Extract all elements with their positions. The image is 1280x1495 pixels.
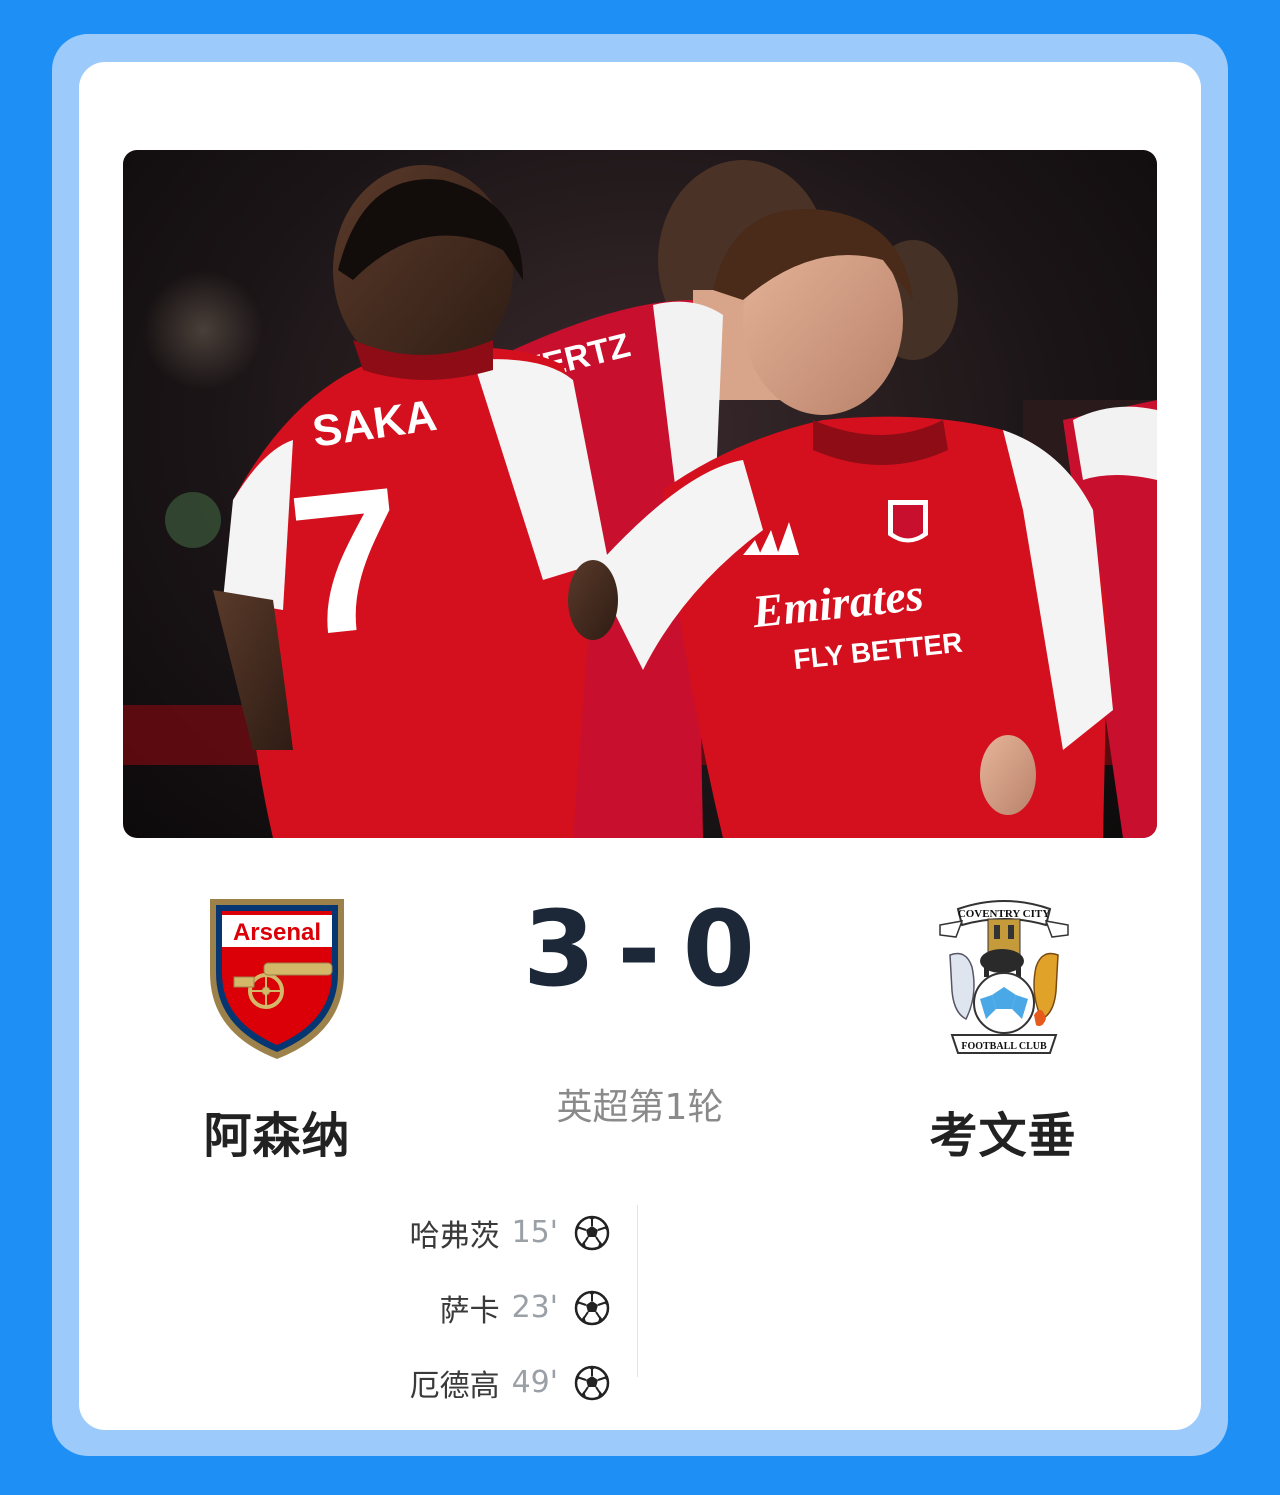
scorer-minute: 49' [511, 1365, 558, 1400]
away-score: 0 [682, 888, 757, 1010]
scorer-row: 厄德高 49' [300, 1345, 610, 1420]
home-scorers-list: 哈弗茨 15' 萨卡 23' 厄德高 49' [300, 1195, 610, 1420]
home-score: 3 [523, 888, 598, 1010]
coventry-crest-top-text: COVENTRY CITY [958, 908, 1050, 920]
arsenal-crest-text: Arsenal [233, 919, 321, 946]
scorer-row: 哈弗茨 15' [300, 1195, 610, 1270]
away-team-name: 考文垂 [929, 1108, 1077, 1164]
soccer-ball-icon [574, 1215, 610, 1250]
photo-jersey-number: 7 [281, 445, 415, 678]
scorer-name: 厄德高 [409, 1368, 500, 1404]
scorer-name: 萨卡 [439, 1293, 500, 1329]
arsenal-crest-icon: Arsenal [204, 893, 350, 1063]
scorer-minute: 15' [511, 1215, 558, 1250]
coventry-crest-icon: COVENTRY CITY FOOTBALL CLUB [938, 895, 1070, 1061]
home-team-name: 阿森纳 [203, 1108, 351, 1164]
soccer-ball-icon [574, 1290, 610, 1325]
soccer-ball-icon [574, 1365, 610, 1400]
match-photo: VERTZ SAKA 7 Emirates FLY BETTER [123, 150, 1157, 838]
scorer-row: 萨卡 23' [300, 1270, 610, 1345]
scorer-minute: 23' [511, 1290, 558, 1325]
match-round: 英超第1轮 [556, 1087, 724, 1128]
match-score: 3-0 [490, 888, 790, 1010]
scorer-name: 哈弗茨 [409, 1218, 500, 1254]
score-separator: - [617, 888, 663, 1010]
scorers-divider [637, 1205, 638, 1377]
coventry-crest-bottom-text: FOOTBALL CLUB [961, 1041, 1047, 1052]
